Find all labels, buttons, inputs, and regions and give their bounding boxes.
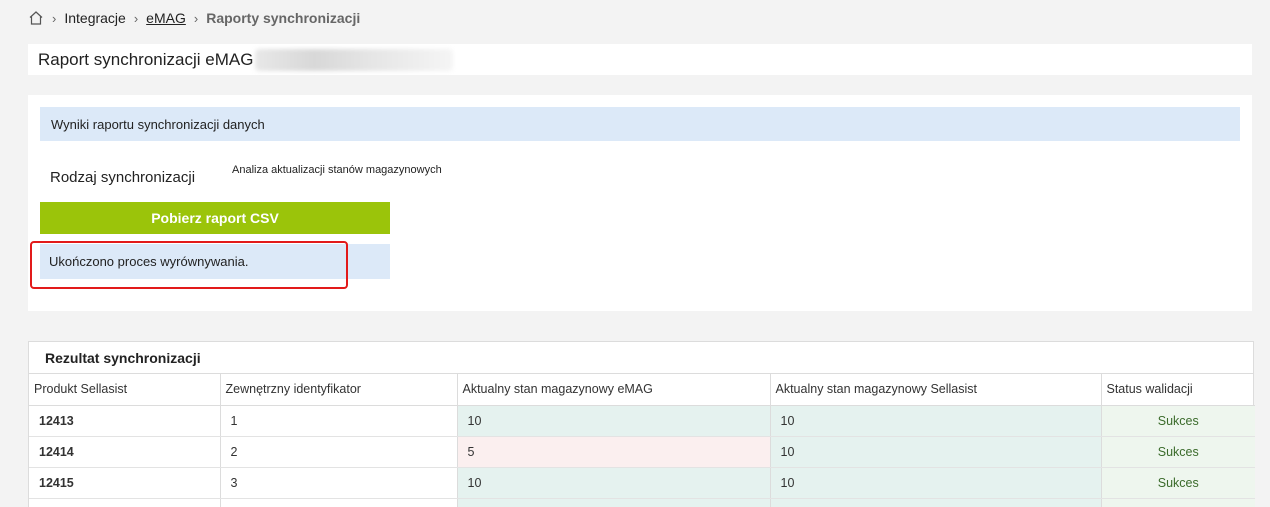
emag-stock-cell: 10	[457, 405, 771, 437]
result-table: Produkt Sellasist Zewnętrzny identyfikat…	[29, 374, 1255, 507]
product-cell: 12414	[29, 436, 221, 468]
emag-stock-cell: 10	[457, 467, 771, 499]
product-cell: 12415	[29, 467, 221, 499]
page-title-box: Raport synchronizacji eMAG	[28, 44, 1252, 75]
redacted-date	[255, 48, 454, 71]
report-panel: Wyniki raportu synchronizacji danych Rod…	[28, 95, 1252, 311]
breadcrumb: › Integracje › eMAG › Raporty synchroniz…	[28, 8, 360, 28]
emag-stock-cell	[457, 498, 771, 507]
product-cell	[29, 498, 221, 507]
column-header: Produkt Sellasist	[29, 374, 221, 406]
result-section: Rezultat synchronizacji Produkt Sellasis…	[28, 341, 1255, 507]
external-id-cell: 3	[220, 467, 458, 499]
chevron-right-icon: ›	[133, 10, 139, 26]
status-cell	[1101, 498, 1255, 507]
table-row	[29, 498, 1255, 507]
sellasist-stock-cell: 10	[770, 436, 1102, 468]
status-cell: Sukces	[1101, 467, 1255, 499]
emag-stock-cell: 5	[457, 436, 771, 468]
status-cell: Sukces	[1101, 405, 1255, 437]
breadcrumb-integracje[interactable]: Integracje	[64, 10, 125, 26]
page-title: Raport synchronizacji eMAG	[38, 49, 254, 69]
sellasist-stock-cell: 10	[770, 467, 1102, 499]
home-icon[interactable]	[28, 10, 44, 26]
result-title: Rezultat synchronizacji	[29, 342, 1253, 374]
product-cell: 12413	[29, 405, 221, 437]
column-header: Zewnętrzny identyfikator	[220, 374, 458, 406]
breadcrumb-current: Raporty synchronizacji	[206, 10, 361, 26]
external-id-cell: 1	[220, 405, 458, 437]
status-cell: Sukces	[1101, 436, 1255, 468]
sellasist-stock-cell	[770, 498, 1102, 507]
chevron-right-icon: ›	[193, 10, 199, 26]
table-row: 12414 2 5 10 Sukces	[29, 436, 1255, 468]
sync-type-value: Analiza aktualizacji stanów magazynowych	[232, 164, 442, 176]
external-id-cell: 2	[220, 436, 458, 468]
panel-header: Wyniki raportu synchronizacji danych	[40, 107, 1240, 141]
table-header-row: Produkt Sellasist Zewnętrzny identyfikat…	[29, 374, 1255, 406]
sync-type-label: Rodzaj synchronizacji	[50, 169, 196, 186]
chevron-right-icon: ›	[52, 10, 57, 26]
column-header: Status walidacji	[1101, 374, 1255, 406]
table-row: 12413 1 10 10 Sukces	[29, 405, 1255, 437]
column-header: Aktualny stan magazynowy Sellasist	[770, 374, 1102, 406]
download-csv-button[interactable]: Pobierz raport CSV	[40, 202, 390, 234]
status-message: Ukończono proces wyrównywania.	[40, 244, 390, 279]
table-row: 12415 3 10 10 Sukces	[29, 467, 1255, 499]
breadcrumb-emag[interactable]: eMAG	[146, 10, 186, 26]
column-header: Aktualny stan magazynowy eMAG	[457, 374, 771, 406]
external-id-cell	[220, 498, 458, 507]
sellasist-stock-cell: 10	[770, 405, 1102, 437]
